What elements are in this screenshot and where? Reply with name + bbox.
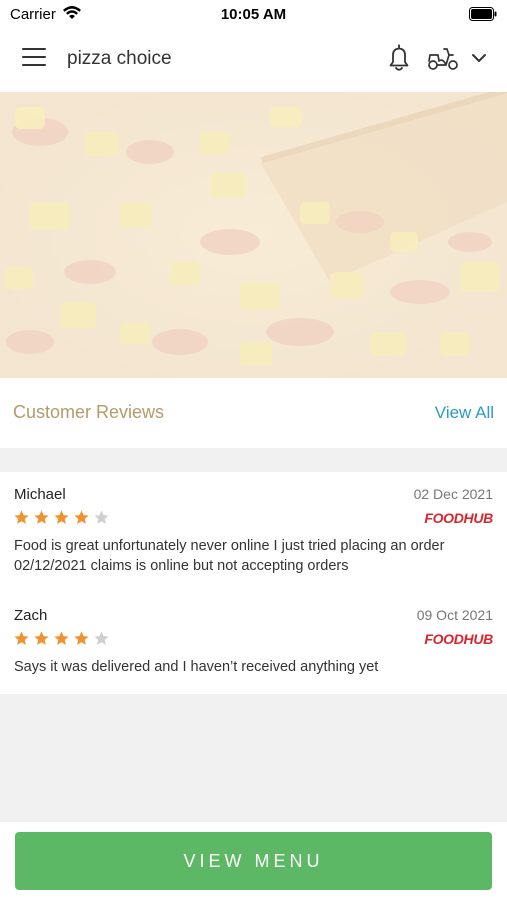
star-filled-icon (74, 631, 89, 645)
foodhub-logo: FOODHUB (424, 510, 493, 526)
review-date: 02 Dec 2021 (413, 486, 493, 502)
reviews-list: Michael 02 Dec 2021 FOODHUB Food is grea… (0, 472, 507, 694)
view-menu-button[interactable]: VIEW MENU (15, 832, 492, 890)
foodhub-logo: FOODHUB (424, 631, 493, 647)
review-text: Food is great unfortunately never online… (14, 538, 445, 574)
bell-icon[interactable] (385, 43, 413, 73)
star-filled-icon (14, 631, 29, 645)
reviewer-name: Michael (14, 486, 66, 503)
review-item: Zach 09 Oct 2021 FOODHUB Says it was del… (0, 593, 507, 703)
star-empty-icon (94, 631, 109, 645)
scooter-icon[interactable] (426, 45, 460, 73)
star-filled-icon (34, 510, 49, 524)
star-filled-icon (34, 631, 49, 645)
battery-icon (469, 7, 497, 21)
view-all-link[interactable]: View All (435, 403, 494, 423)
star-filled-icon (14, 510, 29, 524)
star-filled-icon (54, 510, 69, 524)
chevron-down-icon[interactable] (470, 50, 488, 66)
star-filled-icon (74, 510, 89, 524)
star-rating (13, 509, 110, 527)
review-text: Says it was delivered and I haven’t rece… (14, 659, 379, 675)
page-title: pizza choice (67, 48, 172, 69)
star-rating (13, 630, 110, 648)
menu-icon[interactable] (22, 48, 46, 70)
review-item: Michael 02 Dec 2021 FOODHUB Food is grea… (0, 472, 507, 582)
star-filled-icon (54, 631, 69, 645)
bottom-bar: VIEW MENU (0, 822, 507, 900)
reviews-title: Customer Reviews (13, 402, 165, 422)
review-date: 09 Oct 2021 (416, 607, 493, 623)
reviewer-name: Zach (14, 607, 48, 624)
status-bar: Carrier 10:05 AM (0, 0, 507, 28)
star-empty-icon (94, 510, 109, 524)
reviews-section-header: Customer Reviews View All (0, 378, 507, 448)
app-header: pizza choice (0, 28, 507, 92)
hero-image (0, 92, 507, 378)
clock: 10:05 AM (220, 6, 287, 23)
